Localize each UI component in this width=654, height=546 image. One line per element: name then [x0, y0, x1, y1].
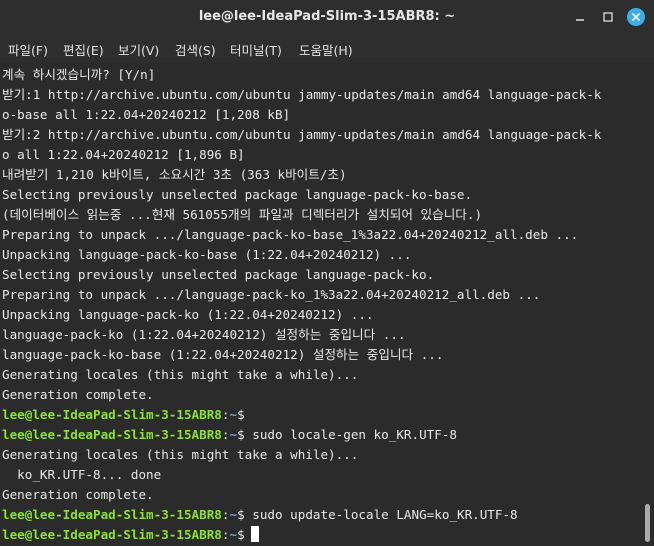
prompt-user: lee@lee-IdeaPad-Slim-3-15ABR8 — [2, 427, 222, 442]
prompt-user: lee@lee-IdeaPad-Slim-3-15ABR8 — [2, 407, 222, 422]
output-line: (데이터베이스 읽는중 ...현재 561055개의 파일과 디렉터리가 설치되… — [2, 207, 483, 222]
output-line: Selecting previously unselected package … — [2, 187, 473, 202]
minimize-icon — [576, 19, 584, 21]
prompt-path: ~ — [229, 527, 238, 542]
command-text: sudo locale-gen ko_KR.UTF-8 — [252, 427, 457, 442]
output-line: language-pack-ko-base (1:22.04+20240212)… — [2, 347, 444, 362]
output-line: Generation complete. — [2, 387, 154, 402]
prompt-line: lee@lee-IdeaPad-Slim-3-15ABR8:~$ sudo up… — [2, 505, 518, 525]
output-line: language-pack-ko (1:22.04+20240212) 설정하는… — [2, 327, 406, 342]
menu-bar: 파일(F) 편집(E) 보기(V) 검색(S) 터미널(T) 도움말(H) — [0, 34, 654, 63]
menu-file[interactable]: 파일(F) — [8, 40, 48, 59]
prompt-user: lee@lee-IdeaPad-Slim-3-15ABR8 — [2, 527, 222, 542]
prompt-symbol: $ — [237, 507, 245, 522]
output-line: Preparing to unpack .../language-pack-ko… — [2, 287, 541, 302]
title-bar[interactable]: lee@lee-IdeaPad-Slim-3-15ABR8: ~ — [0, 0, 654, 34]
close-icon — [627, 8, 645, 26]
window-title: lee@lee-IdeaPad-Slim-3-15ABR8: ~ — [198, 9, 456, 24]
maximize-icon — [603, 12, 613, 22]
prompt-symbol: $ — [237, 427, 245, 442]
prompt-path: ~ — [229, 427, 238, 442]
output-line: Generating locales (this might take a wh… — [2, 447, 359, 462]
minimize-button[interactable] — [569, 7, 591, 27]
output-line: Unpacking language-pack-ko (1:22.04+2024… — [2, 307, 374, 322]
output-line: 받기:1 http://archive.ubuntu.com/ubuntu ja… — [2, 87, 602, 102]
output-line: Generation complete. — [2, 487, 154, 502]
menu-edit[interactable]: 편집(E) — [63, 40, 104, 59]
prompt-line: lee@lee-IdeaPad-Slim-3-15ABR8:~$ — [2, 525, 259, 545]
output-line: 계속 하시겠습니까? [Y/n] — [2, 67, 156, 82]
close-button[interactable] — [625, 7, 647, 27]
prompt-line: lee@lee-IdeaPad-Slim-3-15ABR8:~$ — [2, 405, 245, 425]
maximize-button[interactable] — [597, 7, 619, 27]
menu-terminal[interactable]: 터미널(T) — [230, 40, 282, 59]
command-text: sudo update-locale LANG=ko_KR.UTF-8 — [252, 507, 518, 522]
output-line: Selecting previously unselected package … — [2, 267, 435, 282]
output-line: o-base all 1:22.04+20240212 [1,208 kB] — [2, 107, 291, 122]
terminal-output[interactable]: 계속 하시겠습니까? [Y/n] 받기:1 http://archive.ubu… — [0, 63, 642, 546]
prompt-path: ~ — [229, 507, 238, 522]
output-line: Generating locales (this might take a wh… — [2, 367, 359, 382]
menu-help[interactable]: 도움말(H) — [299, 40, 353, 59]
prompt-line: lee@lee-IdeaPad-Slim-3-15ABR8:~$ sudo lo… — [2, 425, 457, 445]
output-line: Unpacking language-pack-ko-base (1:22.04… — [2, 247, 412, 262]
output-line: 내려받기 1,210 k바이트, 소요시간 3초 (363 k바이트/초) — [2, 167, 347, 182]
menu-search[interactable]: 검색(S) — [175, 40, 216, 59]
prompt-symbol: $ — [237, 407, 245, 422]
prompt-path: ~ — [229, 407, 238, 422]
menu-view[interactable]: 보기(V) — [118, 40, 159, 59]
output-line: Preparing to unpack .../language-pack-ko… — [2, 227, 579, 242]
scrollbar-thumb[interactable] — [645, 504, 650, 542]
output-line: ko_KR.UTF-8... done — [2, 467, 162, 482]
text-cursor — [250, 526, 259, 542]
scrollbar[interactable] — [642, 63, 654, 546]
prompt-user: lee@lee-IdeaPad-Slim-3-15ABR8 — [2, 507, 222, 522]
terminal-window: lee@lee-IdeaPad-Slim-3-15ABR8: ~ 파일(F) 편… — [0, 0, 654, 546]
output-line: 받기:2 http://archive.ubuntu.com/ubuntu ja… — [2, 127, 602, 142]
output-line: o all 1:22.04+20240212 [1,896 B] — [2, 147, 245, 162]
prompt-symbol: $ — [237, 527, 245, 542]
